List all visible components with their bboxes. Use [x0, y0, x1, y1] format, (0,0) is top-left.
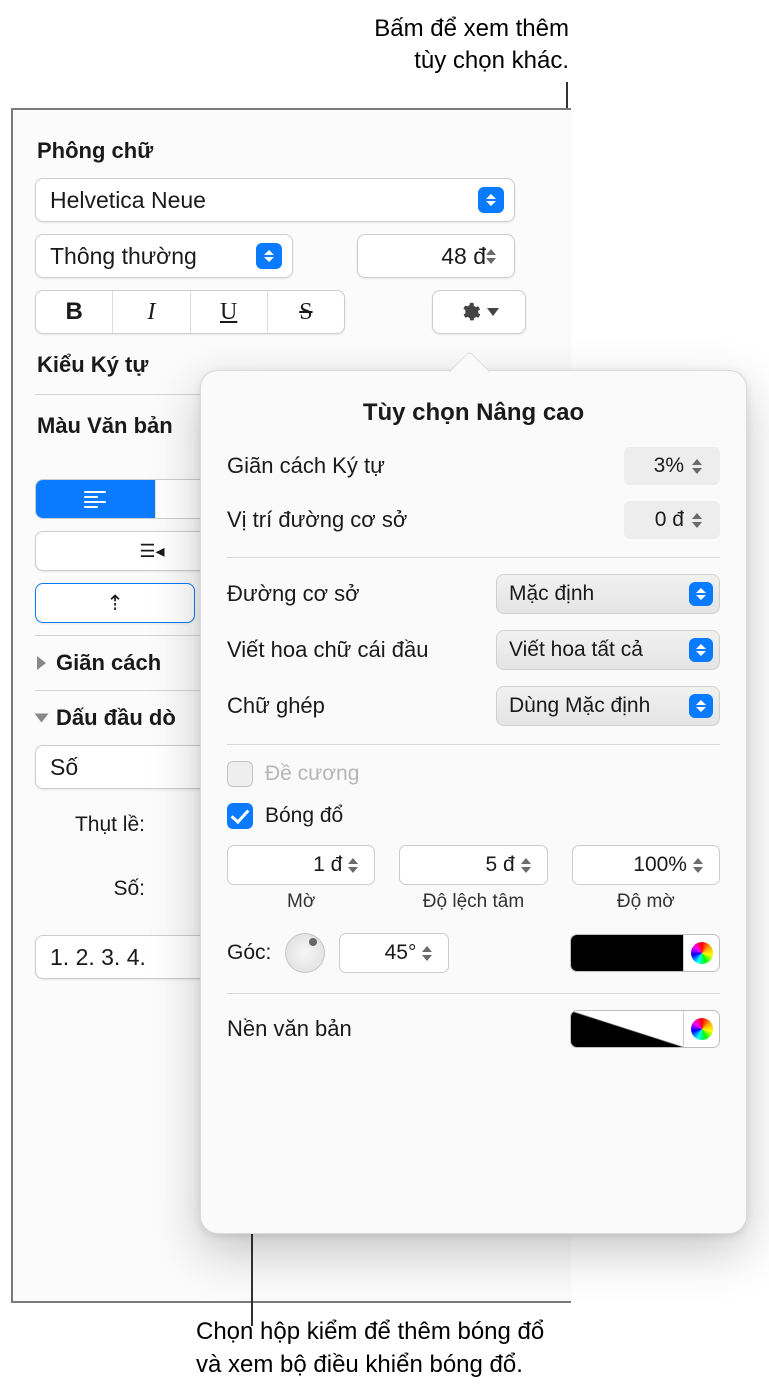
angle-value: 45° — [385, 941, 417, 965]
callout-top: Bấm để xem thêm tùy chọn khác. — [374, 13, 569, 78]
caps-dropdown[interactable]: Viết hoa tất cả — [496, 630, 720, 670]
shadow-color-well[interactable] — [570, 934, 720, 972]
align-top-icon: ⇡ — [106, 591, 124, 616]
baseline-pos-stepper[interactable]: 0 đ — [624, 501, 720, 539]
color-swatch — [571, 935, 683, 971]
outline-label: Đề cương — [265, 762, 359, 786]
color-wheel-icon — [691, 1018, 713, 1040]
ligature-dropdown[interactable]: Dùng Mặc định — [496, 686, 720, 726]
strike-button[interactable]: S — [268, 291, 344, 333]
font-size-stepper[interactable]: 48 đ — [357, 234, 515, 278]
caps-row: Viết hoa chữ cái đầu Viết hoa tất cả — [227, 630, 720, 670]
bullets-label: Dấu đầu dò — [56, 705, 176, 731]
ligature-value: Dùng Mặc định — [509, 694, 650, 718]
updown-icon — [689, 638, 713, 662]
offset-label: Độ lệch tâm — [423, 891, 524, 913]
color-picker-button[interactable] — [683, 935, 719, 971]
font-section-title: Phông chữ — [37, 138, 547, 164]
bullet-type-value: Số — [50, 754, 78, 781]
updown-icon — [689, 582, 713, 606]
updown-icon — [478, 187, 504, 213]
char-spacing-value: 3% — [654, 454, 684, 478]
stepper-icon — [693, 850, 713, 880]
indent-label: Thụt lề: — [35, 813, 145, 837]
updown-icon — [689, 694, 713, 718]
number-format-value: 1. 2. 3. 4. — [50, 944, 146, 971]
offset-value: 5 đ — [485, 853, 514, 877]
chevron-down-icon — [35, 714, 49, 723]
advanced-options-popover: Tùy chọn Nâng cao Giãn cách Ký tự 3% Vị … — [200, 370, 747, 1234]
text-bg-row: Nền văn bản — [227, 1010, 720, 1048]
shadow-checkbox[interactable] — [227, 803, 253, 829]
indent-icon: ☰◂ — [139, 541, 164, 562]
italic-button[interactable]: I — [113, 291, 190, 333]
divider — [227, 993, 720, 994]
offset-stepper[interactable]: 5 đ — [399, 845, 547, 885]
number-label: Số: — [35, 877, 145, 901]
opacity-value: 100% — [633, 853, 687, 877]
ligature-label: Chữ ghép — [227, 693, 325, 719]
ligature-row: Chữ ghép Dùng Mặc định — [227, 686, 720, 726]
baseline-label: Đường cơ sở — [227, 581, 360, 607]
blur-label: Mờ — [287, 891, 315, 913]
popover-title: Tùy chọn Nâng cao — [227, 399, 720, 427]
baseline-dropdown[interactable]: Mặc định — [496, 574, 720, 614]
text-style-group: B I U S — [35, 290, 345, 334]
angle-dial[interactable] — [285, 933, 325, 973]
caps-label: Viết hoa chữ cái đầu — [227, 637, 428, 663]
font-family-dropdown[interactable]: Helvetica Neue — [35, 178, 515, 222]
outline-checkbox-row: Đề cương — [227, 761, 720, 787]
opacity-stepper[interactable]: 100% — [572, 845, 720, 885]
align-left-button[interactable] — [36, 480, 156, 518]
font-style-dropdown[interactable]: Thông thường — [35, 234, 293, 278]
underline-button[interactable]: U — [191, 291, 268, 333]
color-wheel-icon — [691, 942, 713, 964]
char-spacing-row: Giãn cách Ký tự 3% — [227, 447, 720, 485]
stepper-icon — [348, 850, 368, 880]
angle-stepper[interactable]: 45° — [339, 933, 449, 973]
vertical-align-button[interactable]: ⇡ — [35, 583, 195, 623]
char-spacing-label: Giãn cách Ký tự — [227, 453, 385, 479]
opacity-label: Độ mờ — [617, 891, 675, 913]
callout-line — [566, 82, 568, 108]
chevron-down-icon — [487, 308, 499, 316]
shadow-checkbox-row: Bóng đổ — [227, 803, 720, 829]
bold-button[interactable]: B — [36, 291, 113, 333]
gear-icon — [459, 301, 481, 323]
divider — [227, 744, 720, 745]
font-family-value: Helvetica Neue — [50, 187, 206, 214]
baseline-pos-label: Vị trí đường cơ sở — [227, 507, 407, 533]
updown-icon — [256, 243, 282, 269]
callout-bottom: Chọn hộp kiểm để thêm bóng đổ và xem bộ … — [196, 1316, 544, 1381]
blur-stepper[interactable]: 1 đ — [227, 845, 375, 885]
chevron-right-icon — [37, 656, 46, 670]
angle-label: Góc: — [227, 941, 271, 965]
color-swatch — [571, 1011, 683, 1047]
char-spacing-stepper[interactable]: 3% — [624, 447, 720, 485]
text-bg-label: Nền văn bản — [227, 1016, 352, 1042]
baseline-value: Mặc định — [509, 582, 594, 606]
stepper-icon — [521, 850, 541, 880]
text-bg-color-well[interactable] — [570, 1010, 720, 1048]
color-picker-button[interactable] — [683, 1011, 719, 1047]
font-size-value: 48 đ — [441, 243, 486, 270]
stepper-icon — [422, 938, 442, 968]
outline-checkbox[interactable] — [227, 761, 253, 787]
divider — [227, 557, 720, 558]
font-style-value: Thông thường — [50, 243, 197, 270]
stepper-icon — [486, 241, 506, 271]
stepper-icon — [692, 451, 712, 481]
spacing-label: Giãn cách — [56, 650, 161, 676]
baseline-pos-value: 0 đ — [655, 508, 684, 532]
baseline-row: Đường cơ sở Mặc định — [227, 574, 720, 614]
blur-value: 1 đ — [313, 853, 342, 877]
caps-value: Viết hoa tất cả — [509, 638, 643, 662]
advanced-options-button[interactable] — [432, 290, 526, 334]
shadow-label: Bóng đổ — [265, 804, 343, 828]
stepper-icon — [692, 505, 712, 535]
align-left-icon — [84, 491, 106, 508]
baseline-pos-row: Vị trí đường cơ sở 0 đ — [227, 501, 720, 539]
